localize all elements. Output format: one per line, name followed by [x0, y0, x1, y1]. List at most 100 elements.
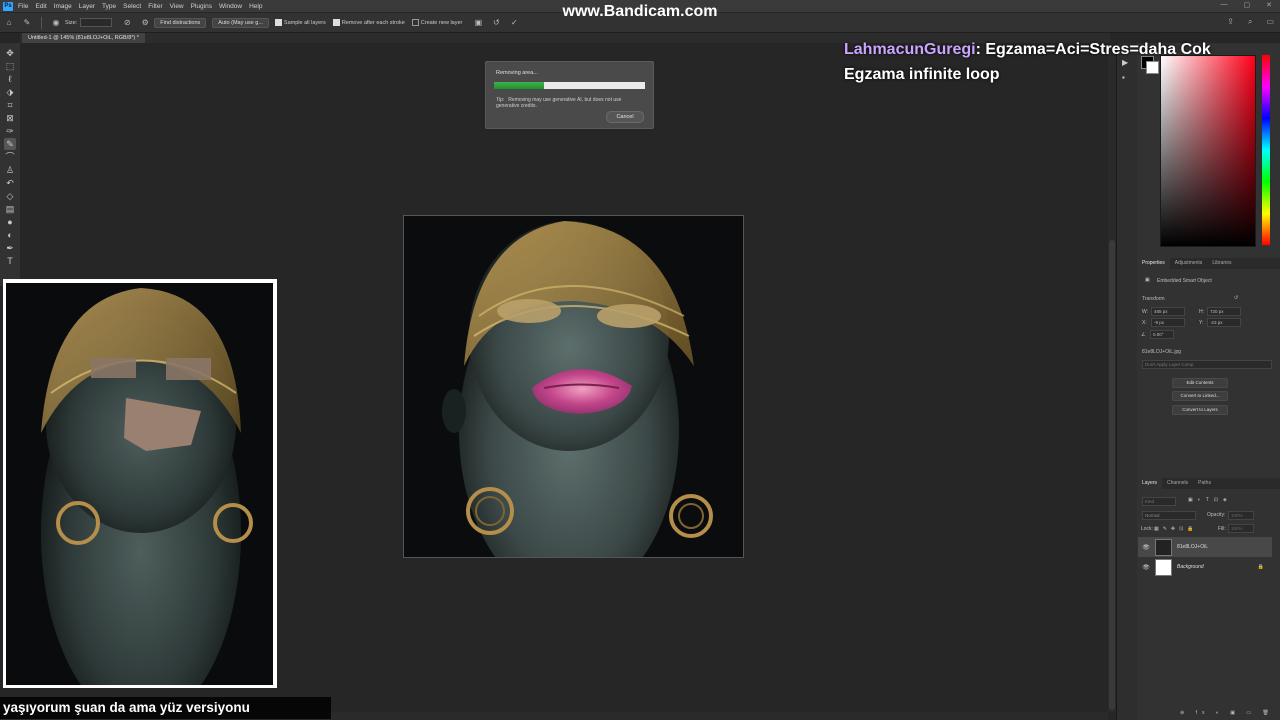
eraser-tool-icon[interactable]: ◇ [4, 190, 16, 202]
chat-separator: : [975, 41, 981, 58]
tab-properties[interactable]: Properties [1137, 258, 1170, 269]
cancel-button[interactable]: Cancel [606, 111, 644, 123]
tab-adjustments[interactable]: Adjustments [1170, 258, 1208, 269]
layer-row[interactable]: 👁 Background 🔒 [1138, 557, 1272, 577]
filter-icons[interactable]: ▣◐T⊡◈ [1188, 497, 1232, 503]
gradient-tool-icon[interactable]: ▤ [4, 203, 16, 215]
brush-size-icon[interactable]: ◉ [51, 18, 61, 28]
visibility-eye-icon[interactable]: 👁 [1141, 564, 1151, 571]
lock-label: Lock: [1141, 526, 1153, 532]
remove-after-stroke-checkbox[interactable]: Remove after each stroke [332, 19, 405, 26]
minimize-icon[interactable]: — [1221, 1, 1228, 9]
reset-icon[interactable]: ↺ [491, 18, 501, 28]
lock-icons[interactable]: ▦✎✥⊡🔒 [1154, 526, 1198, 532]
mode-select[interactable]: Auto (May use g... [212, 17, 269, 28]
create-new-layer-checkbox[interactable]: Create new layer [411, 19, 462, 26]
x-label: X: [1142, 320, 1147, 326]
lasso-tool-icon[interactable]: ℓ [4, 73, 16, 85]
chat-icon[interactable]: ▣ [473, 18, 483, 28]
menu-edit[interactable]: Edit [35, 3, 46, 10]
menu-image[interactable]: Image [54, 3, 72, 10]
sample-all-layers-checkbox[interactable]: Sample all layers [274, 19, 326, 26]
object-type-label: Embedded Smart Object [1157, 278, 1212, 284]
search-icon[interactable]: ⌕ [1248, 17, 1252, 27]
layer-thumbnail [1155, 558, 1172, 576]
marquee-tool-icon[interactable]: ⬚ [4, 60, 16, 72]
dodge-tool-icon[interactable]: ◐ [4, 229, 16, 241]
history-brush-icon[interactable]: ↶ [4, 177, 16, 189]
type-tool-icon[interactable]: T [4, 255, 16, 267]
menu-window[interactable]: Window [219, 3, 242, 10]
find-distractions-button[interactable]: Find distractions [154, 17, 207, 28]
menu-view[interactable]: View [170, 3, 184, 10]
tab-paths[interactable]: Paths [1193, 478, 1216, 489]
size-input[interactable] [80, 18, 113, 27]
angle-field[interactable]: 0.00° [1150, 330, 1174, 339]
divider [41, 16, 42, 29]
close-icon[interactable]: ✕ [1266, 1, 1272, 9]
menu-help[interactable]: Help [249, 3, 262, 10]
pen-tool-icon[interactable]: ✒ [4, 242, 16, 254]
fill-label: Fill: [1218, 526, 1226, 532]
x-field[interactable]: -9 px [1151, 318, 1185, 327]
menu-plugins[interactable]: Plugins [191, 3, 212, 10]
pressure-icon[interactable]: ⊘ [122, 18, 132, 28]
document-tab[interactable]: Untitled-1 @ 145% (81e8LOJ+OiL, RGB/8*) … [22, 33, 145, 43]
dialog-tip: Tip: Removing may use generative AI, but … [496, 97, 646, 109]
commit-icon[interactable]: ✓ [509, 18, 519, 28]
tab-libraries[interactable]: Libraries [1207, 258, 1236, 269]
edit-contents-button[interactable]: Edit Contents [1172, 378, 1228, 388]
convert-to-layers-button[interactable]: Convert to Layers [1172, 405, 1228, 415]
convert-to-linked-button[interactable]: Convert to Linked... [1172, 391, 1228, 401]
layer-comp-select[interactable]: Don't Apply Layer Comp [1142, 360, 1272, 369]
brush-tool-icon[interactable]: ⌒ [4, 151, 16, 163]
settings-icon[interactable]: ⚙ [140, 18, 150, 28]
object-select-icon[interactable]: ⬗ [4, 86, 16, 98]
blur-tool-icon[interactable]: ● [4, 216, 16, 228]
opacity-label: Opacity: [1207, 512, 1226, 518]
maximize-icon[interactable]: ▢ [1244, 1, 1251, 9]
photoshop-logo-icon[interactable]: Ps [3, 1, 13, 11]
portrait-image [404, 216, 743, 557]
layer-name[interactable]: Background [1177, 564, 1204, 570]
subtitle-caption: yaşıyorum şuan da ama yüz versiyonu [0, 697, 331, 719]
layer-thumbnail [1155, 538, 1172, 556]
fill-field[interactable]: 100% [1228, 524, 1254, 533]
stamp-tool-icon[interactable]: ♙ [4, 164, 16, 176]
menu-file[interactable]: File [18, 3, 28, 10]
frame-tool-icon[interactable]: ⊠ [4, 112, 16, 124]
crop-tool-icon[interactable]: ⌗ [4, 99, 16, 111]
opacity-field[interactable]: 100% [1228, 511, 1254, 520]
menu-layer[interactable]: Layer [79, 3, 95, 10]
scrollbar-thumb[interactable] [1109, 240, 1115, 710]
properties-tabs: Properties Adjustments Libraries [1137, 258, 1280, 269]
tip-text: Removing may use generative AI, but does… [496, 97, 622, 109]
home-icon[interactable]: ⌂ [4, 18, 14, 28]
layer-bottom-icons[interactable]: ⊕ fx ◐ ▣ ▭ 🗑 [1180, 710, 1274, 716]
reference-photo-image [6, 283, 273, 685]
layer-filter-kind[interactable]: Kind [1142, 497, 1176, 506]
tab-layers[interactable]: Layers [1137, 478, 1163, 489]
width-field[interactable]: 485 px [1151, 307, 1185, 316]
menu-select[interactable]: Select [123, 3, 141, 10]
y-label: Y: [1199, 320, 1204, 326]
workspace-icon[interactable]: ▭ [1266, 17, 1274, 27]
dialog-title: Removing area... [496, 70, 538, 76]
menu-type[interactable]: Type [102, 3, 116, 10]
blend-mode-select[interactable]: Normal [1142, 511, 1196, 520]
options-right-icons: ⇪ ⌕ ▭ [1227, 17, 1274, 27]
remove-tool-icon[interactable]: ✎ [4, 137, 16, 150]
layer-name[interactable]: 81e8LOJ+OiL [1177, 544, 1208, 550]
reset-transform-icon[interactable]: ↺ [1234, 295, 1238, 301]
remove-tool-icon[interactable]: ✎ [22, 18, 32, 28]
y-field[interactable]: -23 px [1207, 318, 1241, 327]
menu-filter[interactable]: Filter [148, 3, 162, 10]
tab-channels[interactable]: Channels [1162, 478, 1193, 489]
move-tool-icon[interactable]: ✥ [4, 47, 16, 59]
visibility-eye-icon[interactable]: 👁 [1141, 544, 1151, 551]
layer-row[interactable]: 👁 81e8LOJ+OiL [1138, 537, 1272, 557]
share-icon[interactable]: ⇪ [1227, 17, 1234, 27]
height-field[interactable]: 720 px [1207, 307, 1241, 316]
eyedropper-icon[interactable]: ✑ [4, 125, 16, 137]
canvas-artwork[interactable] [403, 215, 744, 558]
